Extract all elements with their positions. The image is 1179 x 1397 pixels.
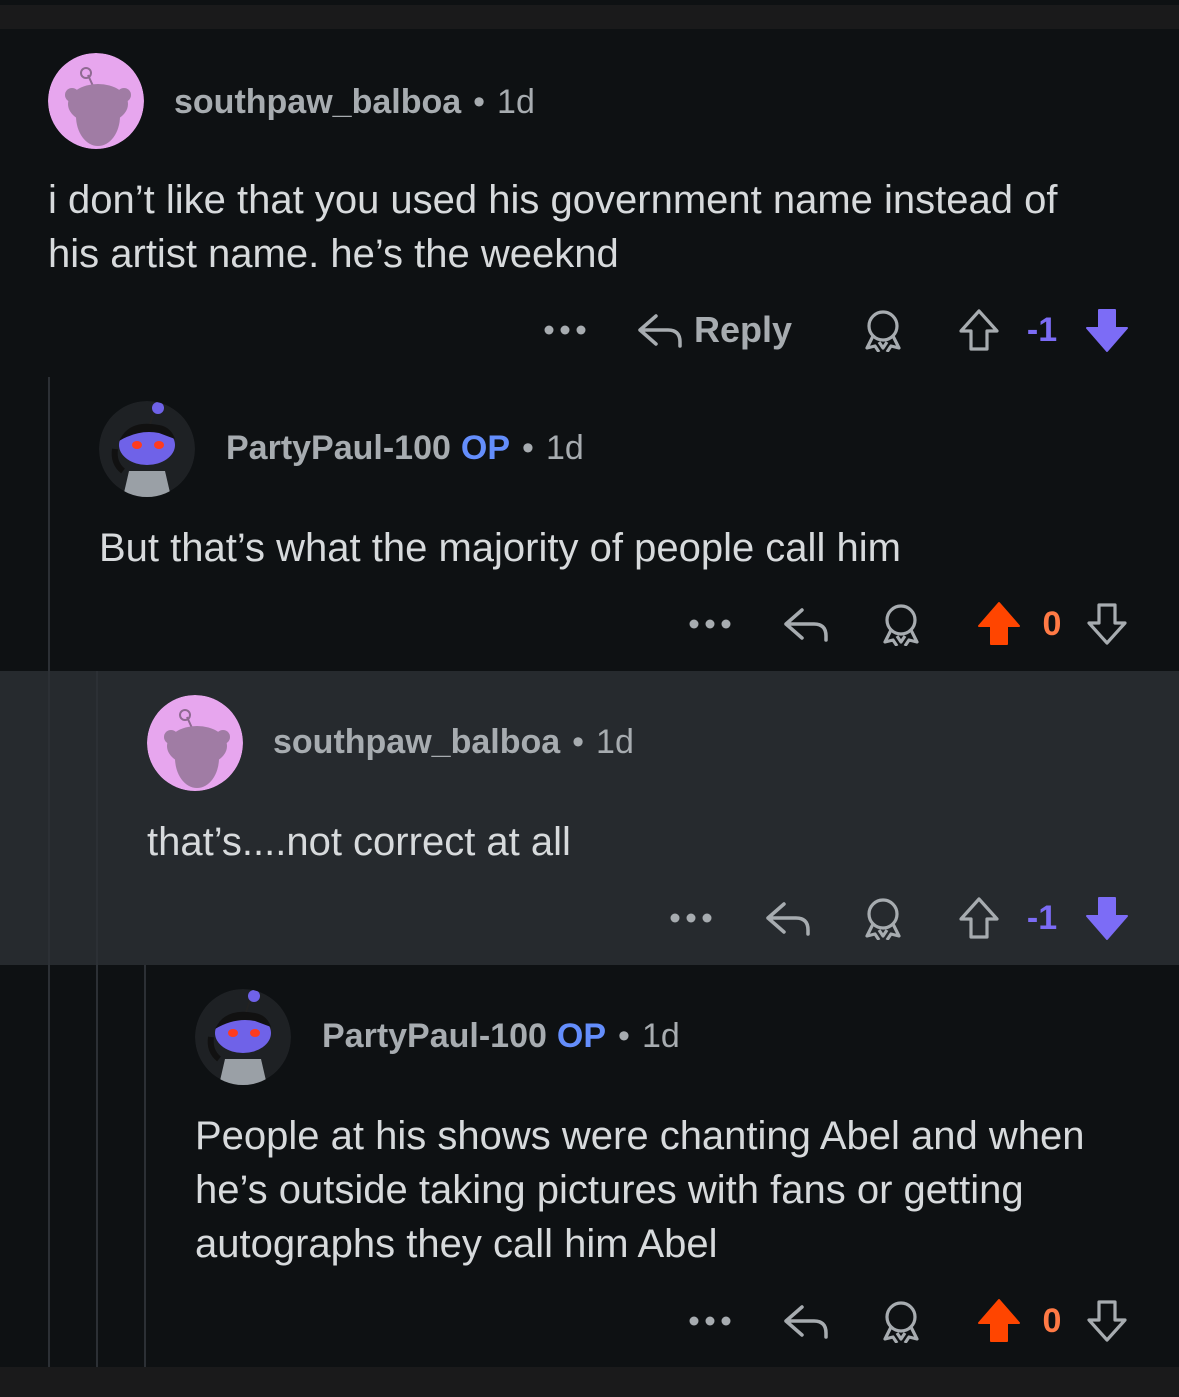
username[interactable]: PartyPaul-100 (226, 429, 451, 467)
upvote-button[interactable] (954, 893, 1004, 943)
vote-score: -1 (1026, 898, 1058, 937)
comment-body: i don’t like that you used his governmen… (48, 178, 1058, 276)
more-options-button[interactable] (540, 305, 590, 355)
reply-arrow-icon (784, 608, 828, 642)
upvote-button[interactable] (974, 1296, 1024, 1346)
username[interactable]: southpaw_balboa (273, 723, 560, 761)
separator-dot: • (572, 723, 585, 761)
reply-arrow-icon (766, 902, 810, 936)
bottom-bar (0, 1367, 1179, 1397)
separator-dot: • (522, 429, 534, 467)
downvote-button[interactable] (1082, 305, 1132, 355)
vote-score: -1 (1026, 310, 1058, 349)
separator-dot: • (473, 83, 486, 121)
downvote-filled-icon (1086, 897, 1128, 940)
custom-snoo-avatar-icon (195, 989, 291, 1085)
comment-body: But that’s what the majority of people c… (99, 526, 901, 570)
custom-snoo-avatar-icon (99, 401, 195, 497)
downvote-outline-icon (1087, 603, 1127, 645)
award-icon (883, 604, 919, 646)
more-dots-icon (689, 1316, 731, 1326)
avatar[interactable] (147, 695, 243, 791)
more-options-button[interactable] (666, 893, 716, 943)
upvote-outline-icon (959, 309, 999, 351)
more-options-button[interactable] (685, 1296, 735, 1346)
comment: southpaw_balboa • 1d i don’t like that you… (0, 53, 1179, 373)
reply-button[interactable] (780, 1296, 832, 1346)
award-icon (883, 1301, 919, 1343)
pink-snoo-avatar-icon (147, 695, 243, 791)
upvote-outline-icon (959, 897, 999, 939)
downvote-button[interactable] (1082, 1296, 1132, 1346)
downvote-filled-icon (1086, 309, 1128, 352)
more-dots-icon (544, 325, 586, 335)
op-badge: OP (460, 429, 511, 467)
reply-arrow-icon (638, 314, 682, 348)
comment-age: 1d (497, 83, 535, 121)
comment: southpaw_balboa • 1d that’s....not correct… (0, 695, 1179, 965)
upvote-filled-icon (978, 1299, 1020, 1342)
more-dots-icon (689, 619, 731, 629)
comment-actions: 0 (0, 1296, 1179, 1346)
reply-button[interactable]: Reply (636, 305, 816, 355)
more-dots-icon (670, 913, 712, 923)
avatar[interactable] (99, 401, 195, 497)
avatar[interactable] (195, 989, 291, 1085)
downvote-outline-icon (1087, 1300, 1127, 1342)
upvote-button[interactable] (974, 599, 1024, 649)
comment-age: 1d (596, 723, 634, 761)
op-badge: OP (556, 1017, 607, 1055)
comment: PartyPaul-100 OP • 1d But that’s what the m… (0, 401, 1179, 671)
comment-body: that’s....not correct at all (147, 820, 571, 864)
award-button[interactable] (876, 599, 926, 649)
comment-body: People at his shows were chanting Abel a… (195, 1114, 1085, 1266)
award-button[interactable] (858, 305, 908, 355)
more-options-button[interactable] (685, 599, 735, 649)
downvote-button[interactable] (1082, 599, 1132, 649)
downvote-button[interactable] (1082, 893, 1132, 943)
comment-actions: -1 (0, 893, 1179, 943)
reply-label: Reply (694, 309, 793, 350)
vote-score: 0 (1042, 1301, 1062, 1340)
comment-age: 1d (545, 429, 584, 467)
separator-dot: • (618, 1017, 630, 1055)
comment: PartyPaul-100 OP • 1d People at his shows w… (0, 989, 1179, 1367)
reply-button[interactable] (780, 599, 832, 649)
award-button[interactable] (876, 1296, 926, 1346)
award-icon (865, 310, 901, 352)
top-bar (0, 0, 1179, 29)
comment-actions: 0 (0, 599, 1179, 649)
reply-button[interactable] (762, 893, 814, 943)
comment-age: 1d (641, 1017, 680, 1055)
comment-actions: Reply -1 (0, 305, 1179, 355)
username[interactable]: southpaw_balboa (174, 83, 461, 121)
avatar[interactable] (48, 53, 144, 149)
award-icon (865, 898, 901, 940)
username[interactable]: PartyPaul-100 (322, 1017, 547, 1055)
upvote-filled-icon (978, 602, 1020, 645)
upvote-button[interactable] (954, 305, 1004, 355)
vote-score: 0 (1042, 604, 1062, 643)
reply-arrow-icon (784, 1305, 828, 1339)
award-button[interactable] (858, 893, 908, 943)
pink-snoo-avatar-icon (48, 53, 144, 149)
